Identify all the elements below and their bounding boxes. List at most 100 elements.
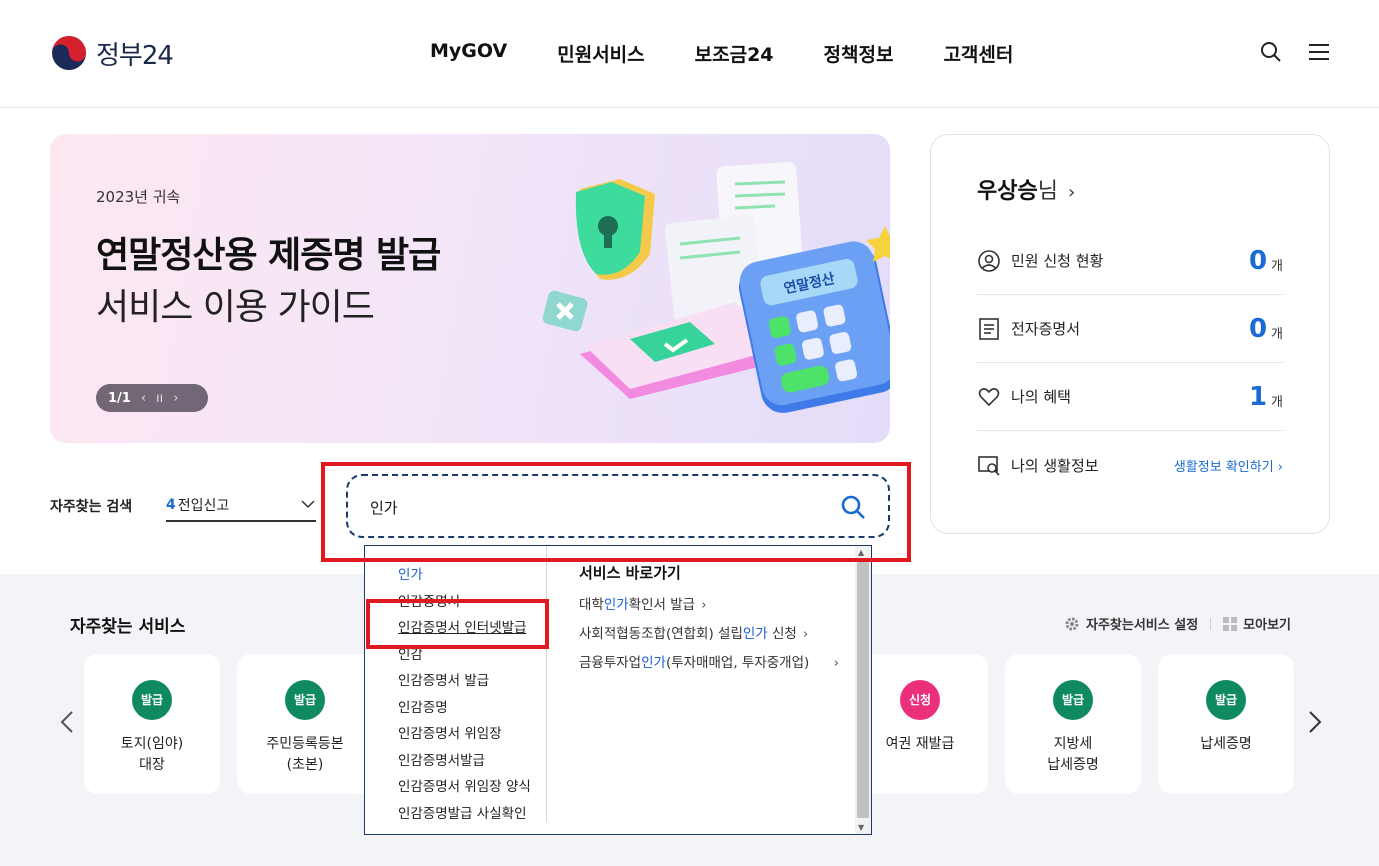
nav-subsidy[interactable]: 보조금24 — [695, 40, 774, 67]
carousel-prev-icon[interactable] — [58, 708, 78, 736]
main-nav: MyGOV 민원서비스 보조금24 정책정보 고객센터 — [430, 40, 1013, 67]
user-row-applications[interactable]: 민원 신청 현황 0 개 — [977, 227, 1283, 295]
autocomplete-item[interactable]: 인감증명서 위임장 — [398, 721, 546, 748]
banner-illustration: 연말정산 — [542, 161, 890, 413]
user-row-label: 나의 생활정보 — [1011, 456, 1099, 475]
service-card-label: 납세증명 — [1200, 736, 1252, 752]
autocomplete-item[interactable]: 인감증명발급 사실확인 — [398, 801, 546, 828]
services-settings-label: 자주찾는서비스 설정 — [1085, 618, 1199, 633]
nav-mygov[interactable]: MyGOV — [430, 40, 507, 67]
nav-customer-center[interactable]: 고객센터 — [943, 40, 1013, 67]
menu-icon[interactable] — [1307, 40, 1331, 64]
autocomplete-services: 서비스 바로가기 대학인가확인서 발급 › 사회적협동조합(연합회) 설립인가 신… — [579, 562, 839, 682]
scrollbar-thumb[interactable] — [857, 562, 869, 818]
header-tools — [1259, 40, 1331, 64]
user-name-link[interactable]: 우상승님 › — [977, 173, 1075, 205]
frequent-search-keyword: 전입신고 — [177, 498, 230, 514]
user-summary-card: 우상승님 › 민원 신청 현황 0 개 전자증명서 0 개 나의 혜택 1 개 — [930, 134, 1330, 534]
grid-icon — [1223, 616, 1238, 631]
service-link-text: 대학 — [579, 597, 604, 613]
service-badge: 발급 — [132, 680, 172, 720]
user-row-label: 민원 신청 현황 — [1011, 252, 1104, 270]
service-link[interactable]: 대학인가확인서 발급 › — [579, 595, 839, 615]
search-highlight-box — [321, 462, 911, 562]
autocomplete-item[interactable]: 인감증명서 위임장 양식 — [398, 774, 546, 801]
autocomplete-item[interactable]: 인감증명서발급 — [398, 748, 546, 775]
service-card-label: 여권 재발급 — [885, 736, 955, 752]
service-link-text: 사회적협동조합(연합회) 설립 — [579, 626, 743, 642]
scroll-down-icon[interactable]: ▼ — [858, 823, 864, 832]
banner-page-indicator: 1/1 — [108, 390, 131, 406]
autocomplete-keywords: 인가 인감증명서 인감증명서 인터넷발급 인감 인감증명서 발급 인감증명 인감… — [365, 546, 547, 822]
autocomplete-panel: 인가 인감증명서 인감증명서 인터넷발급 인감 인감증명서 발급 인감증명 인감… — [364, 545, 872, 835]
services-shortcut-title: 서비스 바로가기 — [579, 564, 681, 582]
service-card-label: 토지(임야) 대장 — [120, 736, 184, 773]
services-settings-button[interactable]: 자주찾는서비스 설정 — [1064, 614, 1198, 633]
logo-text: 정부24 — [96, 40, 174, 71]
header: 정부24 MyGOV 민원서비스 보조금24 정책정보 고객센터 — [0, 0, 1379, 108]
service-badge: 발급 — [1206, 680, 1246, 720]
search-icon[interactable] — [1259, 40, 1283, 64]
service-link[interactable]: 금융투자업인가(투자매매업, 투자중개업) › — [579, 653, 839, 673]
logo[interactable]: 정부24 — [50, 34, 174, 72]
user-row-count: 0 — [1248, 313, 1268, 344]
user-row-label: 전자증명서 — [1011, 320, 1081, 338]
service-link-keyword: 인가 — [742, 626, 768, 642]
user-row-unit: 개 — [1271, 395, 1283, 410]
user-row-life-info[interactable]: 나의 생활정보 생활정보 확인하기 › — [977, 431, 1283, 499]
document-icon — [979, 317, 999, 340]
banner-title: 연말정산용 제증명 발급 — [96, 235, 441, 276]
chevron-right-icon: › — [1277, 459, 1283, 475]
chevron-right-icon: › — [833, 655, 839, 671]
service-link-text: (투자매매업, 투자중개업) — [665, 655, 810, 671]
screen-search-icon — [978, 456, 1000, 476]
banner-pause-icon[interactable]: ıı — [156, 391, 163, 406]
user-name: 우상승 — [977, 179, 1038, 204]
service-card-resident-register[interactable]: 발급 주민등록등본 (초본) — [237, 654, 373, 794]
service-link-text: 신청 — [767, 626, 797, 642]
heart-icon — [978, 387, 1000, 406]
chevron-right-icon: › — [1067, 182, 1076, 203]
services-viewall-label: 모아보기 — [1243, 618, 1291, 633]
life-info-link[interactable]: 생활정보 확인하기 › — [1174, 456, 1283, 475]
service-card-label: 지방세 납세증명 — [1047, 736, 1099, 773]
banner-prev-icon[interactable]: ‹ — [141, 391, 146, 406]
services-viewall-button[interactable]: 모아보기 — [1223, 614, 1291, 633]
service-link-text: 금융투자업 — [579, 655, 642, 671]
life-info-link-text: 생활정보 확인하기 — [1173, 459, 1274, 475]
service-badge: 신청 — [900, 680, 940, 720]
taegeuk-logo-icon — [52, 36, 86, 70]
nav-civil-service[interactable]: 민원서비스 — [557, 40, 644, 67]
user-row-label: 나의 혜택 — [1011, 388, 1071, 406]
service-card-land-register[interactable]: 발급 토지(임야) 대장 — [84, 654, 220, 794]
frequent-services-tools: 자주찾는서비스 설정 모아보기 — [1064, 614, 1291, 633]
service-card-local-tax-certificate[interactable]: 발급 지방세 납세증명 — [1005, 654, 1141, 794]
service-badge: 발급 — [1053, 680, 1093, 720]
autocomplete-scrollbar[interactable]: ▲ ▼ — [855, 546, 871, 834]
user-row-unit: 개 — [1271, 259, 1283, 274]
nav-policy[interactable]: 정책정보 — [824, 40, 894, 67]
banner-next-icon[interactable]: › — [173, 391, 178, 406]
chevron-down-icon — [301, 500, 315, 509]
frequent-search-rank: 4 — [166, 497, 176, 513]
user-circle-icon — [978, 249, 1000, 272]
service-badge: 발급 — [285, 680, 325, 720]
user-row-certificates[interactable]: 전자증명서 0 개 — [977, 295, 1283, 363]
service-link-keyword: 인가 — [641, 655, 666, 671]
autocomplete-item[interactable]: 인감증명 — [398, 695, 546, 722]
banner-controls: 1/1 ‹ ıı › — [96, 384, 208, 412]
service-card-passport-reissue[interactable]: 신청 여권 재발급 — [852, 654, 988, 794]
service-card-tax-certificate[interactable]: 발급 납세증명 — [1158, 654, 1294, 794]
service-link-keyword: 인가 — [603, 597, 629, 613]
autocomplete-item[interactable]: 인감증명서 발급 — [398, 668, 546, 695]
frequent-search-label: 자주찾는 검색 — [50, 499, 133, 515]
user-row-benefits[interactable]: 나의 혜택 1 개 — [977, 363, 1283, 431]
promo-banner[interactable]: 2023년 귀속 연말정산용 제증명 발급 서비스 이용 가이드 1/1 ‹ ı… — [50, 134, 890, 443]
carousel-next-icon[interactable] — [1304, 708, 1324, 736]
user-row-count: 0 — [1248, 245, 1268, 276]
autocomplete-item[interactable]: 인가 — [398, 562, 546, 589]
service-link[interactable]: 사회적협동조합(연합회) 설립인가 신청 › — [579, 624, 839, 644]
user-row-count: 1 — [1248, 381, 1268, 412]
frequent-search-dropdown[interactable]: 4 전입신고 — [166, 490, 316, 522]
user-row-unit: 개 — [1271, 327, 1283, 342]
